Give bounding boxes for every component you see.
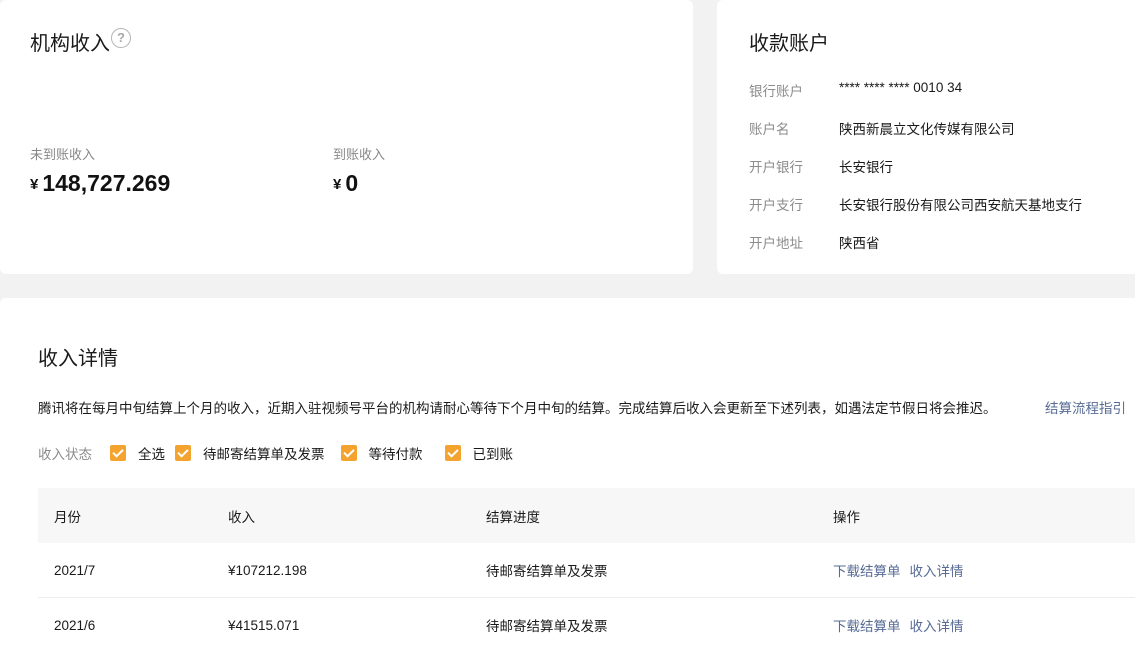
account-name-label: 账户名	[749, 122, 790, 137]
account-name-value: 陕西新晨立文化传媒有限公司	[839, 122, 1015, 137]
row-actions: 下载结算单 收入详情	[833, 598, 973, 652]
income-card: 机构收入 ? 未到账收入 ¥148,727.269 到账收入 ¥0	[0, 0, 693, 274]
address-value: 陕西省	[839, 236, 880, 251]
filter-option-pending-invoice[interactable]: 待邮寄结算单及发票	[175, 443, 325, 463]
column-header-progress: 结算进度	[486, 509, 540, 525]
help-icon[interactable]: ?	[111, 28, 131, 48]
filter-option-received[interactable]: 已到账	[444, 443, 514, 463]
checkbox-checked-icon[interactable]	[340, 445, 357, 461]
table-row: 2021/6 ¥41515.071 待邮寄结算单及发票 下载结算单 收入详情	[38, 598, 1135, 652]
table-row: 2021/7 ¥107212.198 待邮寄结算单及发票 下载结算单 收入详情	[38, 543, 1135, 598]
bank-account-label: 银行账户	[749, 84, 803, 99]
branch-label: 开户支行	[749, 198, 803, 213]
account-card: 收款账户 银行账户 **** **** **** 0010 34 账户名 陕西新…	[717, 0, 1135, 274]
column-header-actions: 操作	[833, 509, 860, 525]
download-statement-link[interactable]: 下载结算单	[833, 560, 901, 580]
address-label: 开户地址	[749, 236, 803, 251]
account-title: 收款账户	[749, 33, 829, 55]
income-table: 月份 收入 结算进度 操作 2021/7 ¥107212.198 待邮寄结算单及…	[38, 488, 1135, 652]
row-month: 2021/7	[54, 562, 96, 578]
income-detail-link[interactable]: 收入详情	[910, 615, 964, 635]
branch-value: 长安银行股份有限公司西安航天基地支行	[839, 198, 1082, 213]
filter-option-label: 待邮寄结算单及发票	[203, 447, 325, 462]
row-status: 待邮寄结算单及发票	[486, 619, 608, 634]
row-income: ¥41515.071	[228, 617, 300, 633]
received-currency: ¥	[333, 176, 342, 193]
table-header: 月份 收入 结算进度 操作	[38, 488, 1135, 543]
income-title: 机构收入	[30, 33, 110, 55]
column-header-income: 收入	[228, 509, 255, 525]
checkbox-checked-icon[interactable]	[175, 445, 191, 461]
received-amount: 0	[345, 170, 359, 196]
column-header-month: 月份	[54, 509, 81, 525]
income-detail-card: 收入详情 腾讯将在每月中旬结算上个月的收入，近期入驻视频号平台的机构请耐心等待下…	[0, 298, 1135, 652]
bank-account-value: **** **** **** 0010 34	[839, 80, 963, 95]
filter-label: 收入状态	[38, 447, 92, 462]
income-detail-link[interactable]: 收入详情	[910, 560, 964, 580]
opening-bank-value: 长安银行	[839, 160, 893, 175]
settlement-notice: 腾讯将在每月中旬结算上个月的收入，近期入驻视频号平台的机构请耐心等待下个月中旬的…	[38, 401, 997, 416]
filter-option-label: 全选	[138, 447, 165, 462]
filter-option-awaiting-payment[interactable]: 等待付款	[340, 443, 423, 463]
received-income-label: 到账收入	[333, 147, 386, 162]
filter-option-label: 等待付款	[368, 447, 423, 462]
row-month: 2021/6	[54, 617, 96, 633]
received-income-value: ¥0	[333, 170, 358, 197]
filter-option-all[interactable]: 全选	[110, 443, 165, 463]
filter-option-label: 已到账	[472, 447, 514, 462]
checkbox-checked-icon[interactable]	[110, 445, 126, 461]
row-income: ¥107212.198	[228, 562, 307, 578]
detail-title: 收入详情	[38, 348, 118, 370]
status-filter: 收入状态 全选 待邮寄结算单及发票 等待付款 已到账	[38, 443, 529, 463]
settlement-guide-link[interactable]: 结算流程指引	[1045, 397, 1126, 417]
pending-amount: 148,727.269	[42, 170, 171, 196]
download-statement-link[interactable]: 下载结算单	[833, 615, 901, 635]
row-actions: 下载结算单 收入详情	[833, 543, 973, 597]
pending-income-label: 未到账收入	[30, 147, 96, 162]
opening-bank-label: 开户银行	[749, 160, 803, 175]
pending-currency: ¥	[30, 176, 39, 193]
pending-income-value: ¥148,727.269	[30, 170, 170, 197]
row-status: 待邮寄结算单及发票	[486, 564, 608, 579]
checkbox-checked-icon[interactable]	[444, 445, 461, 461]
